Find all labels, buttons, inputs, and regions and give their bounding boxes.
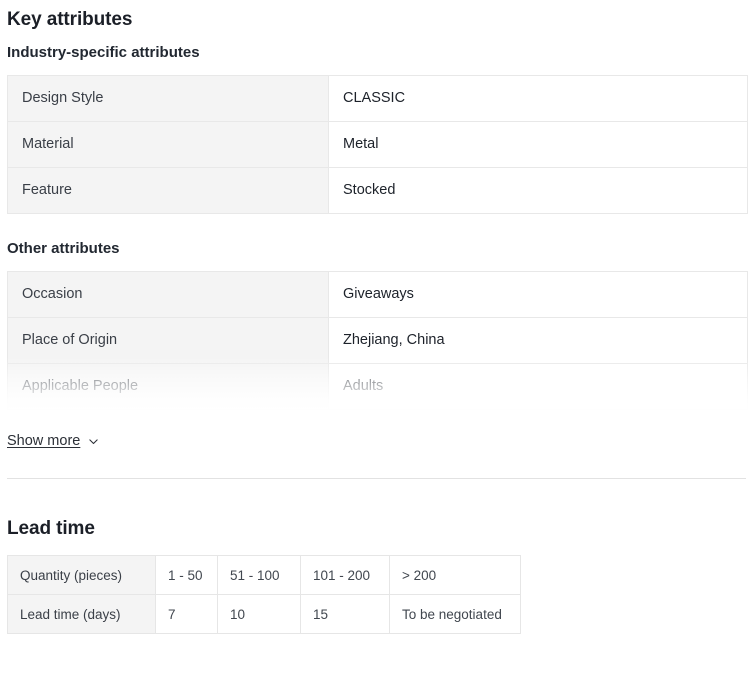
table-row: Quantity (pieces) 1 - 50 51 - 100 101 - … [7,555,521,595]
attribute-value: Zhejiang, China [328,317,748,364]
section-divider [7,478,746,479]
table-row: Occasion Giveaways [7,271,748,318]
attribute-value: Metal [328,121,748,168]
key-attributes-heading: Key attributes [7,9,133,30]
other-attributes-table-wrapper: Occasion Giveaways Place of Origin Zheji… [7,271,748,413]
row-header: Lead time (days) [7,594,156,634]
lead-time-section: Lead time Quantity (pieces) 1 - 50 51 - … [7,509,753,634]
quantity-cell: > 200 [389,555,521,595]
attribute-key: Place of Origin [7,317,329,364]
chevron-down-icon [87,435,100,448]
lead-time-cell: 10 [217,594,301,634]
product-attributes-page: Key attributes Industry-specific attribu… [0,0,753,634]
attribute-key: Material [7,121,329,168]
attribute-key: Feature [7,167,329,214]
quantity-cell: 101 - 200 [300,555,390,595]
table-row: Place of Origin Zhejiang, China [7,317,748,364]
table-row: Feature Stocked [7,167,748,214]
industry-attributes-table: Design Style CLASSIC Material Metal Feat… [7,75,748,214]
industry-attributes-heading: Industry-specific attributes [7,44,200,61]
other-attributes-heading: Other attributes [7,240,120,257]
table-row: Applicable People Adults [7,363,748,410]
other-attributes-table: Occasion Giveaways Place of Origin Zheji… [7,271,748,410]
show-more-button[interactable]: Show more [7,432,100,450]
industry-attributes-section: Industry-specific attributes Design Styl… [7,44,748,214]
lead-time-heading: Lead time [7,518,95,539]
lead-time-table: Quantity (pieces) 1 - 50 51 - 100 101 - … [7,555,521,634]
table-row: Lead time (days) 7 10 15 To be negotiate… [7,594,521,634]
table-row: Material Metal [7,121,748,168]
attribute-value: Adults [328,363,748,410]
quantity-cell: 51 - 100 [217,555,301,595]
other-attributes-section: Other attributes Occasion Giveaways Plac… [7,240,753,413]
lead-time-cell: 15 [300,594,390,634]
row-header: Quantity (pieces) [7,555,156,595]
attribute-value: Giveaways [328,271,748,318]
lead-time-cell: 7 [155,594,218,634]
attribute-key: Applicable People [7,363,329,410]
table-row: Design Style CLASSIC [7,75,748,122]
lead-time-cell: To be negotiated [389,594,521,634]
attribute-value: Stocked [328,167,748,214]
attribute-value: CLASSIC [328,75,748,122]
attribute-key: Occasion [7,271,329,318]
attribute-key: Design Style [7,75,329,122]
show-more-label: Show more [7,433,81,449]
quantity-cell: 1 - 50 [155,555,218,595]
